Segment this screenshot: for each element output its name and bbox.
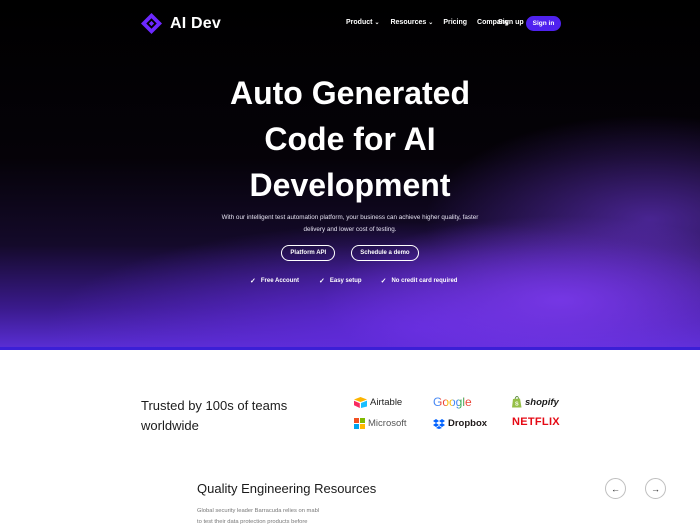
resources-line: Global security leader Barracuda relies … [197,508,320,514]
check-label: Easy setup [329,278,362,284]
brand-microsoft: Microsoft [354,418,407,429]
carousel-next-button[interactable]: → [645,478,666,499]
check-label: Free Account [260,278,299,284]
microsoft-label: Microsoft [368,418,407,429]
brand-google: Google [433,395,472,409]
trusted-heading: Trusted by 100s of teams worldwide [141,396,341,436]
brand-dropbox: Dropbox [433,418,487,429]
dropbox-label: Dropbox [448,418,488,429]
arrow-right-icon: → [651,483,660,494]
hero-bottom-edge [0,347,700,350]
resources-line: to test their data protection products b… [197,519,308,525]
carousel-prev-button[interactable]: ← [605,478,626,499]
sign-up-link[interactable]: Sign up [498,19,524,26]
brand-airtable: Airtable [354,397,402,408]
feature-checks: ✓ Free Account ✓ Easy setup ✓ No credit … [250,277,457,285]
nav-resources-label: Resources [390,19,427,26]
nav-product-label: Product [346,19,373,26]
shopify-label: shopify [525,396,559,408]
sign-in-button[interactable]: Sign in [526,16,561,31]
airtable-label: Airtable [370,397,403,408]
check-free-account: ✓ Free Account [250,277,299,285]
diamond-logo-icon [141,13,162,34]
headline-line: Development [249,167,451,203]
top-nav: AI Dev Product ⌄ Resources ⌄ Pricing Com… [0,0,700,48]
trusted-line: Trusted by 100s of teams [141,398,288,413]
check-easy-setup: ✓ Easy setup [319,277,362,285]
brand-logo[interactable]: AI Dev [141,13,221,34]
nav-resources[interactable]: Resources ⌄ [390,19,433,26]
subtext-line: With our intelligent test automation pla… [221,214,479,221]
platform-api-button[interactable]: Platform API [281,245,336,261]
schedule-demo-button[interactable]: Schedule a demo [351,245,419,261]
hero-subtext: With our intelligent test automation pla… [210,212,490,236]
shopify-bag-icon: S [512,396,522,408]
subtext-line: delivery and lower cost of testing. [303,226,397,233]
netflix-wordmark: NETFLIX [512,416,560,428]
svg-text:S: S [515,402,519,408]
headline-line: Auto Generated [229,75,471,111]
trusted-line: worldwide [141,418,199,433]
chevron-down-icon: ⌄ [374,20,380,26]
check-icon: ✓ [380,278,387,285]
nav-pricing[interactable]: Pricing [443,19,467,26]
brand-shopify: S shopify [511,396,559,408]
headline-line: Code for AI [264,121,436,157]
google-wordmark: Google [433,395,472,409]
brand-name: AI Dev [170,14,221,32]
check-icon: ✓ [250,278,256,285]
check-no-credit-card: ✓ No credit card required [381,277,458,285]
chevron-down-icon: ⌄ [428,20,434,26]
dropbox-logo-icon [433,418,445,429]
brand-netflix: NETFLIX [512,416,560,428]
resources-title: Quality Engineering Resources [197,481,377,496]
nav-product[interactable]: Product ⌄ [346,19,379,26]
microsoft-logo-icon [354,418,365,429]
hero-headline: Auto Generated Code for AI Development [0,70,700,208]
hero-buttons: Platform API Schedule a demo [0,245,700,261]
check-icon: ✓ [319,278,325,285]
check-label: No credit card required [391,278,458,284]
arrow-left-icon: ← [611,483,620,494]
nav-links: Product ⌄ Resources ⌄ Pricing Company [346,19,509,26]
airtable-logo-icon [354,397,367,408]
